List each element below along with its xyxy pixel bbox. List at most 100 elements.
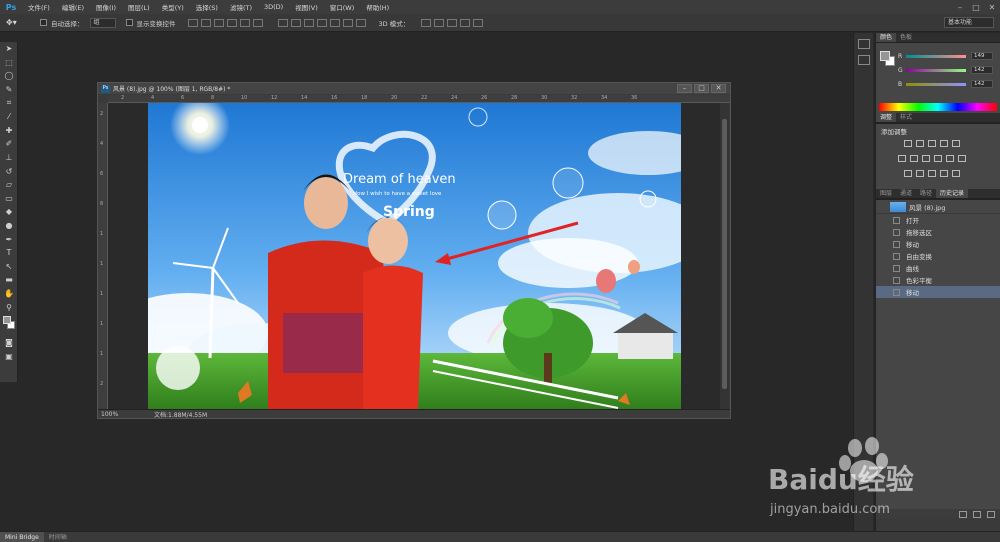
lasso-tool-icon[interactable]: ◯ (0, 69, 18, 83)
show-transform-checkbox[interactable] (125, 19, 133, 26)
align-right-icon[interactable] (252, 18, 263, 27)
vertical-ruler[interactable]: 2 4 6 8 1 1 1 1 1 2 (98, 103, 108, 410)
3d-rotate-icon[interactable] (421, 18, 432, 27)
align-middle-icon[interactable] (200, 18, 211, 27)
red-value[interactable]: 149 (971, 52, 993, 60)
tab-mini-bridge[interactable]: Mini Bridge (0, 531, 44, 542)
curves-adjustment-icon[interactable] (928, 140, 936, 147)
tab-timeline[interactable]: 时间轴 (44, 532, 72, 542)
blue-slider[interactable] (906, 82, 966, 86)
trash-icon[interactable] (987, 510, 995, 518)
doc-minimize-icon[interactable]: – (677, 84, 692, 93)
move-tool-preset-icon[interactable]: ✥▾ (6, 16, 30, 30)
hue-saturation-adjustment-icon[interactable] (898, 155, 906, 162)
gradient-map-adjustment-icon[interactable] (940, 170, 948, 177)
menu-file[interactable]: 文件(F) (22, 2, 56, 12)
history-item-color-balance[interactable]: 色彩平衡 (876, 274, 1000, 286)
history-brush-tool-icon[interactable]: ↺ (0, 164, 18, 178)
artwork-image[interactable]: Dream of heaven How I wish to have a swe… (148, 103, 681, 410)
distribute-bottom-icon[interactable] (303, 18, 314, 27)
distribute-right-icon[interactable] (342, 18, 353, 27)
vibrance-adjustment-icon[interactable] (952, 140, 960, 147)
doc-maximize-icon[interactable]: □ (694, 84, 709, 93)
blue-value[interactable]: 142 (971, 80, 993, 88)
close-icon[interactable]: ✕ (984, 0, 1000, 14)
history-item-open[interactable]: 打开 (876, 214, 1000, 226)
3d-slide-icon[interactable] (460, 18, 471, 27)
zoom-tool-icon[interactable]: ⚲ (0, 300, 18, 314)
document-title-bar[interactable]: Ps 风景 (8).jpg @ 100% (图层 1, RGB/8#) * – … (98, 83, 730, 94)
black-white-adjustment-icon[interactable] (922, 155, 930, 162)
horizontal-ruler[interactable]: 2 4 6 8 10 12 14 16 18 20 22 24 26 28 30… (108, 95, 730, 103)
distribute-top-icon[interactable] (277, 18, 288, 27)
history-panel-icon[interactable] (857, 39, 870, 49)
history-snapshot[interactable]: 风景 (8).jpg (876, 200, 1000, 214)
menu-window[interactable]: 窗口(W) (324, 2, 361, 12)
type-tool-icon[interactable]: T (0, 246, 18, 260)
align-left-icon[interactable] (226, 18, 237, 27)
auto-select-dropdown[interactable]: 组 (89, 17, 116, 28)
color-lookup-adjustment-icon[interactable] (958, 155, 966, 162)
healing-brush-tool-icon[interactable]: ✚ (0, 124, 18, 138)
tab-styles[interactable]: 样式 (896, 113, 916, 122)
3d-roll-icon[interactable] (434, 18, 445, 27)
properties-panel-icon[interactable] (857, 55, 870, 65)
selective-color-adjustment-icon[interactable] (952, 170, 960, 177)
marquee-tool-icon[interactable]: ⬚ (0, 56, 18, 70)
history-item-move[interactable]: 移动 (876, 238, 1000, 250)
eraser-tool-icon[interactable]: ▱ (0, 178, 18, 192)
history-item-free-transform[interactable]: 自由变换 (876, 250, 1000, 262)
color-spectrum-bar[interactable] (879, 103, 997, 111)
screen-mode-icon[interactable]: ▣ (0, 349, 18, 363)
menu-edit[interactable]: 编辑(E) (56, 2, 90, 12)
threshold-adjustment-icon[interactable] (928, 170, 936, 177)
tab-history[interactable]: 历史记录 (936, 189, 969, 198)
photo-filter-adjustment-icon[interactable] (934, 155, 942, 162)
distribute-middle-icon[interactable] (290, 18, 301, 27)
auto-align-icon[interactable] (355, 18, 366, 27)
tab-swatches[interactable]: 色板 (896, 33, 916, 42)
path-select-tool-icon[interactable]: ↖ (0, 260, 18, 274)
align-bottom-icon[interactable] (213, 18, 224, 27)
blur-tool-icon[interactable]: ◆ (0, 205, 18, 219)
history-item-curves[interactable]: 曲线 (876, 262, 1000, 274)
distribute-center-icon[interactable] (329, 18, 340, 27)
menu-type[interactable]: 类型(Y) (156, 2, 190, 12)
menu-3d[interactable]: 3D(D) (258, 3, 289, 11)
color-balance-adjustment-icon[interactable] (910, 155, 918, 162)
foreground-color-swatch[interactable] (3, 315, 11, 324)
quick-select-tool-icon[interactable]: ✎ (0, 83, 18, 97)
camera-icon[interactable] (973, 510, 981, 518)
exposure-adjustment-icon[interactable] (940, 140, 948, 147)
levels-adjustment-icon[interactable] (916, 140, 924, 147)
workspace-dropdown[interactable]: 基本功能 (944, 17, 994, 28)
green-value[interactable]: 142 (971, 66, 993, 74)
gradient-tool-icon[interactable]: ▭ (0, 192, 18, 206)
canvas-area[interactable]: Dream of heaven How I wish to have a swe… (108, 103, 721, 410)
posterize-adjustment-icon[interactable] (916, 170, 924, 177)
eyedropper-tool-icon[interactable]: ⁄ (0, 110, 18, 124)
3d-pan-icon[interactable] (447, 18, 458, 27)
menu-layer[interactable]: 图层(L) (122, 2, 156, 12)
menu-view[interactable]: 视图(V) (289, 2, 324, 12)
move-tool-icon[interactable]: ➤ (0, 42, 18, 56)
3d-scale-icon[interactable] (473, 18, 484, 27)
minimize-icon[interactable]: – (952, 0, 968, 14)
pen-tool-icon[interactable]: ✒ (0, 232, 18, 246)
maximize-icon[interactable]: □ (968, 0, 984, 14)
align-top-icon[interactable] (187, 18, 198, 27)
tab-adjustments[interactable]: 调整 (876, 113, 897, 122)
menu-image[interactable]: 图像(I) (90, 2, 122, 12)
dodge-tool-icon[interactable]: ● (0, 219, 18, 233)
zoom-level[interactable]: 100% (98, 411, 122, 418)
tab-channels[interactable]: 通道 (896, 189, 916, 198)
tab-paths[interactable]: 路径 (916, 189, 936, 198)
panel-foreground-swatch[interactable] (880, 51, 890, 61)
tab-layers[interactable]: 图层 (876, 189, 896, 198)
brush-tool-icon[interactable]: ✐ (0, 137, 18, 151)
doc-close-icon[interactable]: ✕ (711, 84, 726, 93)
auto-select-checkbox[interactable] (40, 19, 47, 26)
channel-mixer-adjustment-icon[interactable] (946, 155, 954, 162)
hand-tool-icon[interactable]: ✋ (0, 287, 18, 301)
quick-mask-icon[interactable]: ◙ (0, 336, 18, 350)
